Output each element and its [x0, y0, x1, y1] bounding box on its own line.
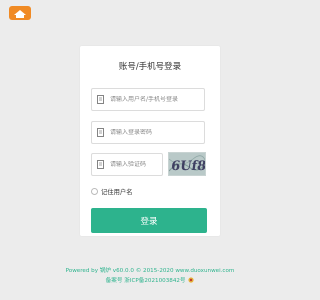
- captcha-icon: [97, 160, 104, 169]
- remember-checkbox[interactable]: [91, 188, 98, 195]
- login-title: 账号/手机号登录: [118, 62, 182, 72]
- icp-link[interactable]: 备案号 浙ICP备2021003842号: [106, 278, 186, 284]
- captcha-input[interactable]: [110, 161, 162, 168]
- captcha-field[interactable]: [91, 153, 163, 176]
- password-input[interactable]: [110, 129, 198, 136]
- captcha-text: 6Uf8: [170, 159, 206, 174]
- lock-icon: [97, 128, 104, 137]
- remember-label: 记住用户名: [101, 189, 133, 196]
- captcha-image[interactable]: 6Uf8: [168, 152, 206, 176]
- icp-line: 备案号 浙ICP备2021003842号: [0, 276, 300, 286]
- remember-username[interactable]: 记住用户名: [91, 187, 132, 196]
- login-button[interactable]: 登录: [91, 208, 207, 233]
- footer: Powered by 锅炉 v60.0.0 © 2015-2020 www.du…: [0, 266, 300, 286]
- house-logo-icon[interactable]: [9, 6, 31, 20]
- police-badge-icon: [188, 277, 194, 283]
- powered-prefix: Powered by: [65, 268, 100, 274]
- user-icon: [97, 95, 104, 104]
- username-field[interactable]: [91, 88, 205, 111]
- username-input[interactable]: [110, 96, 198, 103]
- password-field[interactable]: [91, 121, 205, 144]
- login-page: 账号/手机号登录 请输入用户名/手机号登录 请输入验证码 记住用户名 登录 6U…: [0, 0, 300, 300]
- powered-name-link[interactable]: 锅炉: [100, 268, 111, 274]
- login-card: 账号/手机号登录 请输入用户名/手机号登录 请输入验证码 记住用户名 登录: [80, 46, 220, 236]
- powered-by: Powered by 锅炉 v60.0.0 © 2015-2020 www.du…: [0, 266, 300, 276]
- powered-suffix: v60.0.0 © 2015-2020 www.duoxunwei.com: [111, 268, 235, 274]
